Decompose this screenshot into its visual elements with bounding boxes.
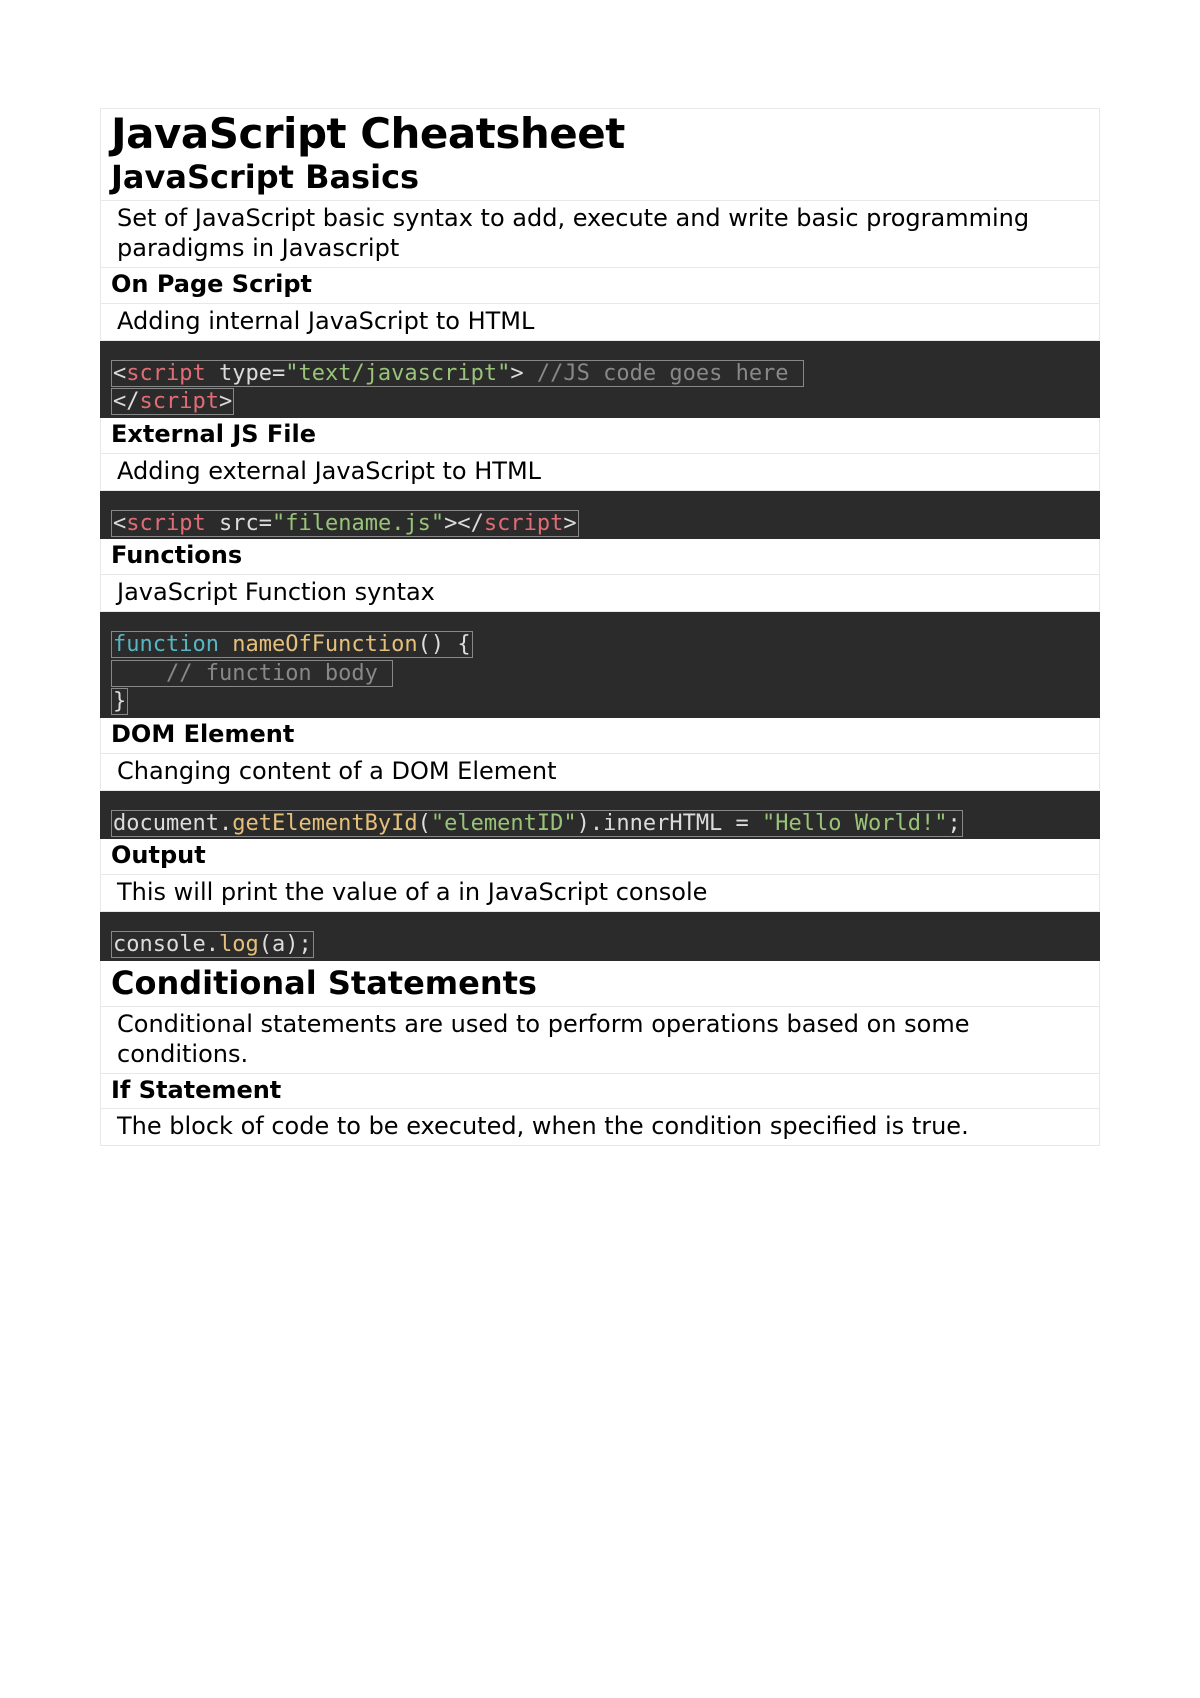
item-title-cell: Functions (100, 539, 1100, 575)
item-desc-cell: The block of code to be executed, when t… (100, 1109, 1100, 1146)
item-title: On Page Script (111, 270, 1089, 299)
code-block: function nameOfFunction() { // function … (100, 612, 1100, 718)
section-desc: Conditional statements are used to perfo… (111, 1009, 1089, 1069)
item-desc: Changing content of a DOM Element (111, 756, 1089, 786)
section-heading: Conditional Statements (111, 965, 1089, 1002)
code-block: console.log(a); (100, 912, 1100, 961)
item-title: DOM Element (111, 720, 1089, 749)
item-title-cell: External JS File (100, 418, 1100, 454)
item-desc: Adding external JavaScript to HTML (111, 456, 1089, 486)
item-desc-cell: This will print the value of a in JavaSc… (100, 875, 1100, 912)
document: JavaScript CheatsheetJavaScript BasicsSe… (100, 108, 1100, 1146)
section-desc-cell: Set of JavaScript basic syntax to add, e… (100, 201, 1100, 268)
item-title-cell: If Statement (100, 1074, 1100, 1110)
item-title: If Statement (111, 1076, 1089, 1105)
item-title-cell: DOM Element (100, 718, 1100, 754)
item-desc-cell: JavaScript Function syntax (100, 575, 1100, 612)
title-cell: JavaScript CheatsheetJavaScript Basics (100, 108, 1100, 201)
section-desc: Set of JavaScript basic syntax to add, e… (111, 203, 1089, 263)
item-title: External JS File (111, 420, 1089, 449)
item-title-cell: Output (100, 839, 1100, 875)
code-block: document.getElementById("elementID").inn… (100, 791, 1100, 840)
item-title-cell: On Page Script (100, 268, 1100, 304)
item-desc-cell: Changing content of a DOM Element (100, 754, 1100, 791)
item-desc-cell: Adding external JavaScript to HTML (100, 454, 1100, 491)
code-block: <script type="text/javascript"> //JS cod… (100, 341, 1100, 418)
item-desc: Adding internal JavaScript to HTML (111, 306, 1089, 336)
item-desc: This will print the value of a in JavaSc… (111, 877, 1089, 907)
page-title: JavaScript Cheatsheet (111, 111, 1089, 157)
item-title: Functions (111, 541, 1089, 570)
section-heading: JavaScript Basics (111, 159, 1089, 196)
code-block: <script src="filename.js"></script> (100, 491, 1100, 540)
section-heading-cell: Conditional Statements (100, 961, 1100, 1007)
item-desc-cell: Adding internal JavaScript to HTML (100, 304, 1100, 341)
item-desc: The block of code to be executed, when t… (111, 1111, 1089, 1141)
section-desc-cell: Conditional statements are used to perfo… (100, 1007, 1100, 1074)
item-title: Output (111, 841, 1089, 870)
item-desc: JavaScript Function syntax (111, 577, 1089, 607)
